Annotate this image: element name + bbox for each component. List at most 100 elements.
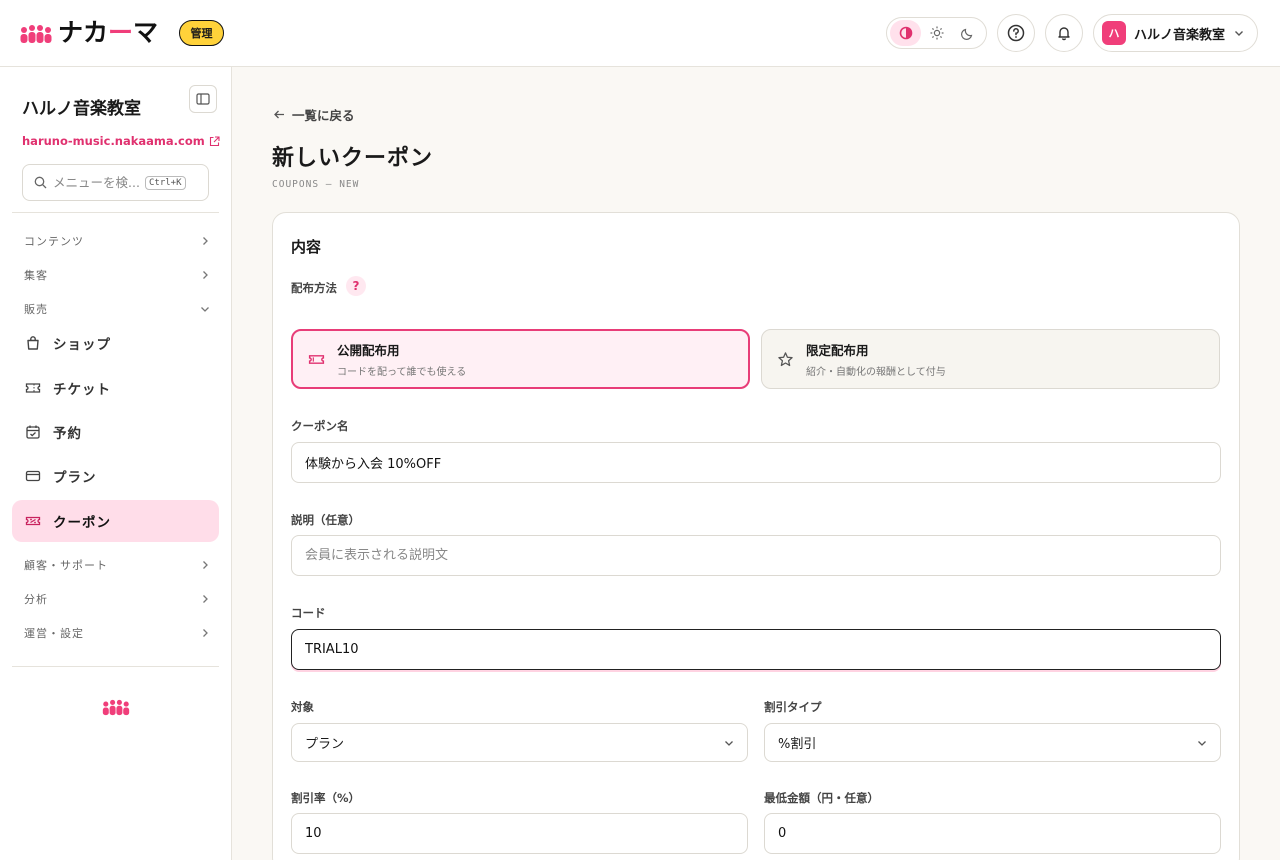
chevron-right-icon <box>203 629 208 637</box>
top-bar: ナカーマ 管理 ハ ハルノ音楽教室 <box>0 0 1280 67</box>
back-to-list-link[interactable]: 一覧に戻る <box>273 105 355 124</box>
discount-type-selected-value: %割引 <box>778 737 817 752</box>
sidebar-toggle-icon <box>196 93 210 105</box>
bell-icon <box>1058 27 1070 41</box>
chevron-down-icon <box>1235 31 1244 36</box>
discount-type-label: 割引タイプ <box>764 700 822 714</box>
chevron-down-icon <box>201 307 209 312</box>
page-subtitle: COUPONS — NEW <box>272 179 360 190</box>
back-label: 一覧に戻る <box>292 108 355 123</box>
nav-group-label: 分析 <box>24 593 48 606</box>
nav-group-label: 顧客・サポート <box>24 559 108 572</box>
chevron-right-icon <box>203 237 208 245</box>
account-menu[interactable]: ハ ハルノ音楽教室 <box>1093 14 1258 52</box>
menu-search[interactable]: Ctrl+K <box>22 164 209 201</box>
chevron-down-icon <box>1198 740 1206 746</box>
sidebar-item-label: プラン <box>53 470 97 486</box>
coupon-name-input[interactable] <box>291 442 1221 483</box>
help-question-icon[interactable]: ? <box>346 276 366 296</box>
logo[interactable]: ナカーマ <box>20 18 158 48</box>
coupon-name-label: クーポン名 <box>291 419 349 433</box>
help-circle-icon <box>1007 24 1025 42</box>
sidebar-item-label: ショップ <box>53 337 111 353</box>
chevron-right-icon <box>203 595 208 603</box>
sidebar-item-label: クーポン <box>53 515 111 531</box>
menu-search-input[interactable] <box>53 175 143 190</box>
star-icon <box>778 351 793 366</box>
org-url-link[interactable]: haruno-music.nakaama.com <box>22 134 220 148</box>
people-logo-icon <box>20 22 52 44</box>
chevron-down-icon <box>725 740 733 746</box>
ticket-icon <box>308 354 325 364</box>
admin-badge: 管理 <box>179 20 224 46</box>
nav-group-contents[interactable]: コンテンツ <box>24 231 210 251</box>
nav-group-label: 運営・設定 <box>24 627 84 640</box>
ticket-icon <box>25 383 41 393</box>
sun-icon <box>930 26 943 40</box>
min-amount-label: 最低金額（円・任意） <box>764 791 879 805</box>
nav-group-analytics[interactable]: 分析 <box>24 589 210 609</box>
option-description: コードを配って誰でも使える <box>337 367 467 378</box>
arrow-left-icon <box>274 110 284 119</box>
notifications-button[interactable] <box>1045 14 1083 52</box>
moon-icon <box>960 28 972 40</box>
theme-auto-option[interactable] <box>890 20 921 46</box>
sidebar: ハルノ音楽教室 haruno-music.nakaama.com Ctrl+K … <box>0 67 232 860</box>
option-limited-distribution[interactable]: 限定配布用 紹介・自動化の報酬として付与 <box>761 329 1220 389</box>
theme-dark-option[interactable] <box>952 20 983 46</box>
code-input[interactable] <box>291 629 1221 670</box>
option-public-distribution[interactable]: 公開配布用 コードを配って誰でも使える <box>291 329 750 389</box>
nav-group-label: 集客 <box>24 269 48 282</box>
people-logo-icon <box>102 699 130 720</box>
discount-rate-label: 割引率（%） <box>291 791 361 805</box>
sidebar-item-label: 予約 <box>53 426 82 442</box>
logo-text: ナカーマ <box>58 18 159 47</box>
sidebar-item-plan[interactable]: プラン <box>12 455 219 497</box>
option-title: 限定配布用 <box>806 343 869 358</box>
sidebar-item-shop[interactable]: ショップ <box>12 322 219 364</box>
credit-card-icon <box>25 470 41 482</box>
shopping-bag-icon <box>27 336 39 350</box>
divider <box>12 666 219 667</box>
discount-type-select[interactable]: %割引 <box>764 723 1221 762</box>
help-button[interactable] <box>997 14 1035 52</box>
nav-group-operations[interactable]: 運営・設定 <box>24 623 210 643</box>
target-selected-value: プラン <box>305 737 345 752</box>
chevron-right-icon <box>203 561 208 569</box>
nav-group-label: 販売 <box>24 303 48 316</box>
nav-group-customers[interactable]: 顧客・サポート <box>24 555 210 575</box>
code-label: コード <box>291 606 326 620</box>
search-shortcut: Ctrl+K <box>145 175 186 190</box>
target-label: 対象 <box>291 700 314 714</box>
sidebar-item-coupon[interactable]: クーポン <box>12 500 219 542</box>
theme-toggle <box>886 17 987 49</box>
nav-group-label: コンテンツ <box>24 235 84 248</box>
sidebar-item-ticket[interactable]: チケット <box>12 367 219 409</box>
calendar-check-icon <box>26 425 40 439</box>
distribution-label: 配布方法 <box>291 281 337 295</box>
description-input[interactable] <box>291 535 1221 576</box>
account-name: ハルノ音楽教室 <box>1134 27 1226 43</box>
sidebar-item-reservation[interactable]: 予約 <box>12 411 219 453</box>
page-title: 新しいクーポン <box>272 146 434 171</box>
coupon-icon <box>25 516 41 526</box>
target-select[interactable]: プラン <box>291 723 748 762</box>
divider <box>12 212 219 213</box>
description-label: 説明（任意） <box>291 513 360 527</box>
option-title: 公開配布用 <box>337 343 400 358</box>
collapse-sidebar-button[interactable] <box>189 85 217 113</box>
chevron-right-icon <box>203 271 208 279</box>
section-title: 内容 <box>291 238 322 256</box>
org-name: ハルノ音楽教室 <box>22 99 141 119</box>
external-link-icon <box>209 135 220 146</box>
account-avatar: ハ <box>1102 21 1126 45</box>
nav-group-marketing[interactable]: 集客 <box>24 265 210 285</box>
nav-group-sales[interactable]: 販売 <box>24 299 210 319</box>
option-description: 紹介・自動化の報酬として付与 <box>806 367 946 378</box>
search-icon <box>34 176 47 189</box>
sidebar-item-label: チケット <box>53 382 111 398</box>
theme-light-option[interactable] <box>921 20 952 46</box>
discount-rate-input[interactable] <box>291 813 748 854</box>
min-amount-input[interactable] <box>764 813 1221 854</box>
contrast-icon <box>899 26 912 40</box>
